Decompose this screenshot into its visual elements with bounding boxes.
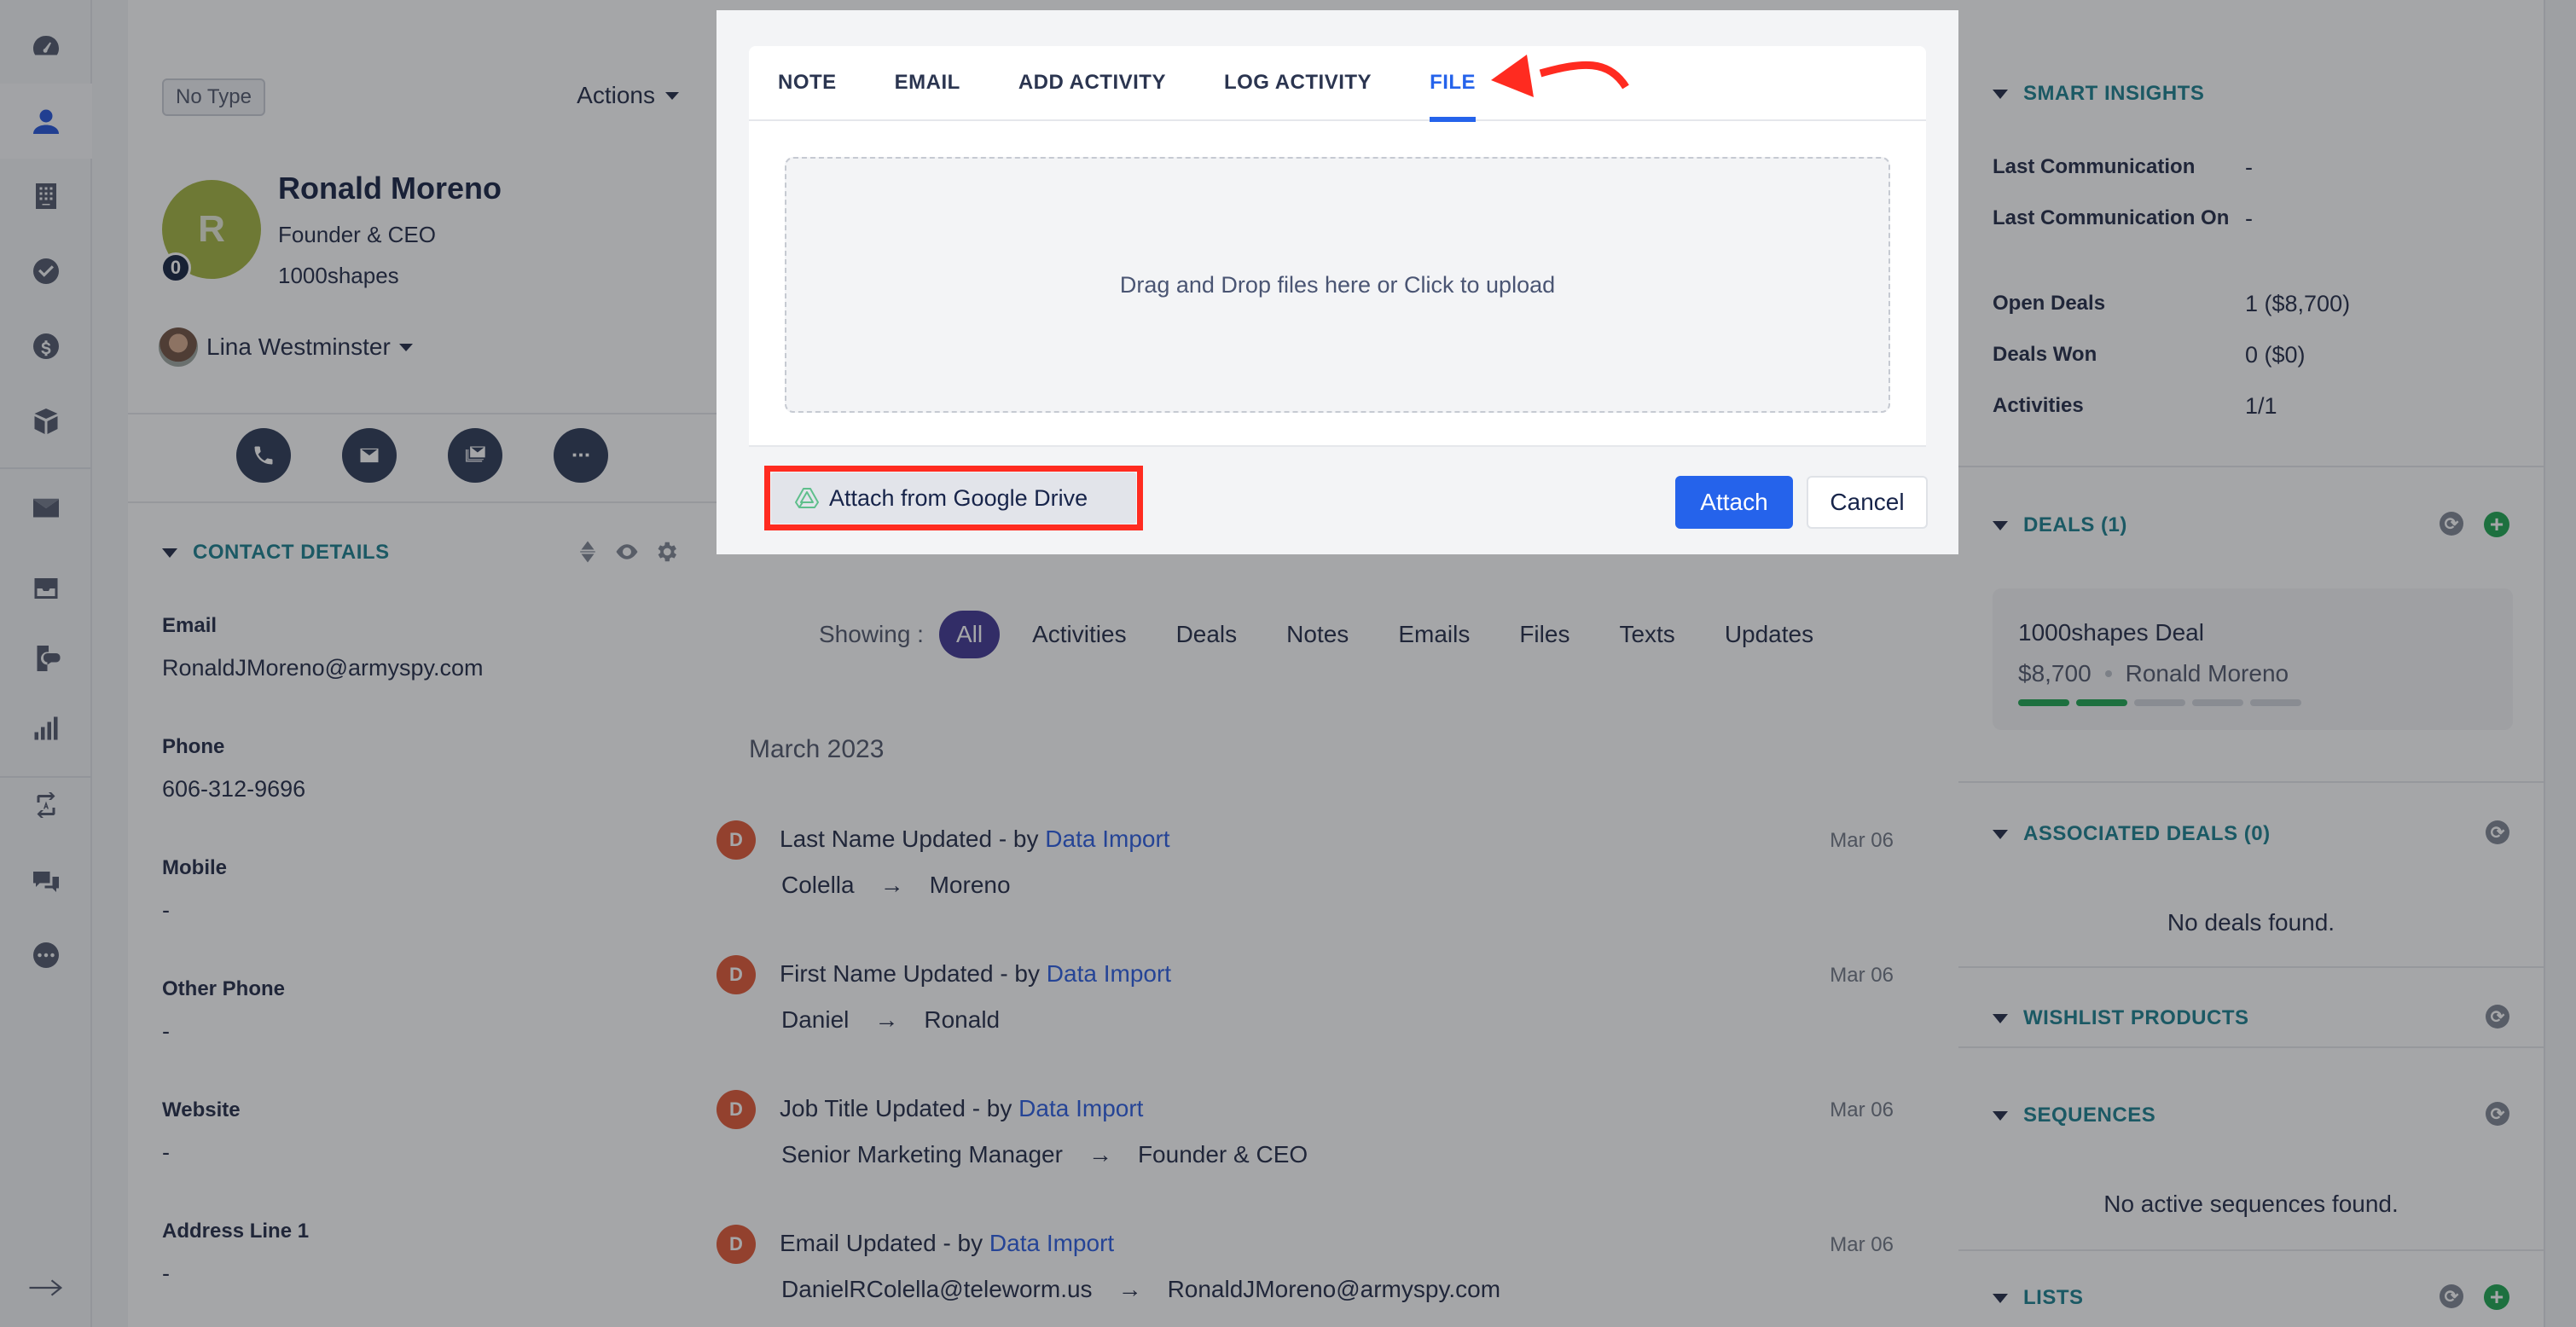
attach-button[interactable]: Attach — [1675, 476, 1793, 529]
google-drive-icon — [795, 488, 819, 508]
attach-google-drive-button[interactable]: Attach from Google Drive — [771, 472, 1136, 524]
tab-email[interactable]: EMAIL — [895, 45, 960, 120]
modal-card: NOTE EMAIL ADD ACTIVITY LOG ACTIVITY FIL… — [749, 45, 1928, 554]
cancel-button[interactable]: Cancel — [1807, 476, 1928, 529]
add-file-modal: NOTE EMAIL ADD ACTIVITY LOG ACTIVITY FIL… — [717, 10, 1958, 554]
tab-note[interactable]: NOTE — [778, 45, 837, 120]
annotation-arrow-icon — [1491, 55, 1629, 97]
google-drive-label: Attach from Google Drive — [829, 484, 1088, 511]
modal-tabs: NOTE EMAIL ADD ACTIVITY LOG ACTIVITY FIL… — [749, 45, 1926, 122]
tab-log-activity[interactable]: LOG ACTIVITY — [1224, 45, 1372, 120]
tab-add-activity[interactable]: ADD ACTIVITY — [1018, 45, 1166, 120]
tab-file[interactable]: FILE — [1430, 45, 1477, 122]
modal-footer: Attach from Google Drive Attach Cancel — [749, 445, 1928, 554]
file-dropzone[interactable]: Drag and Drop files here or Click to upl… — [785, 157, 1890, 413]
